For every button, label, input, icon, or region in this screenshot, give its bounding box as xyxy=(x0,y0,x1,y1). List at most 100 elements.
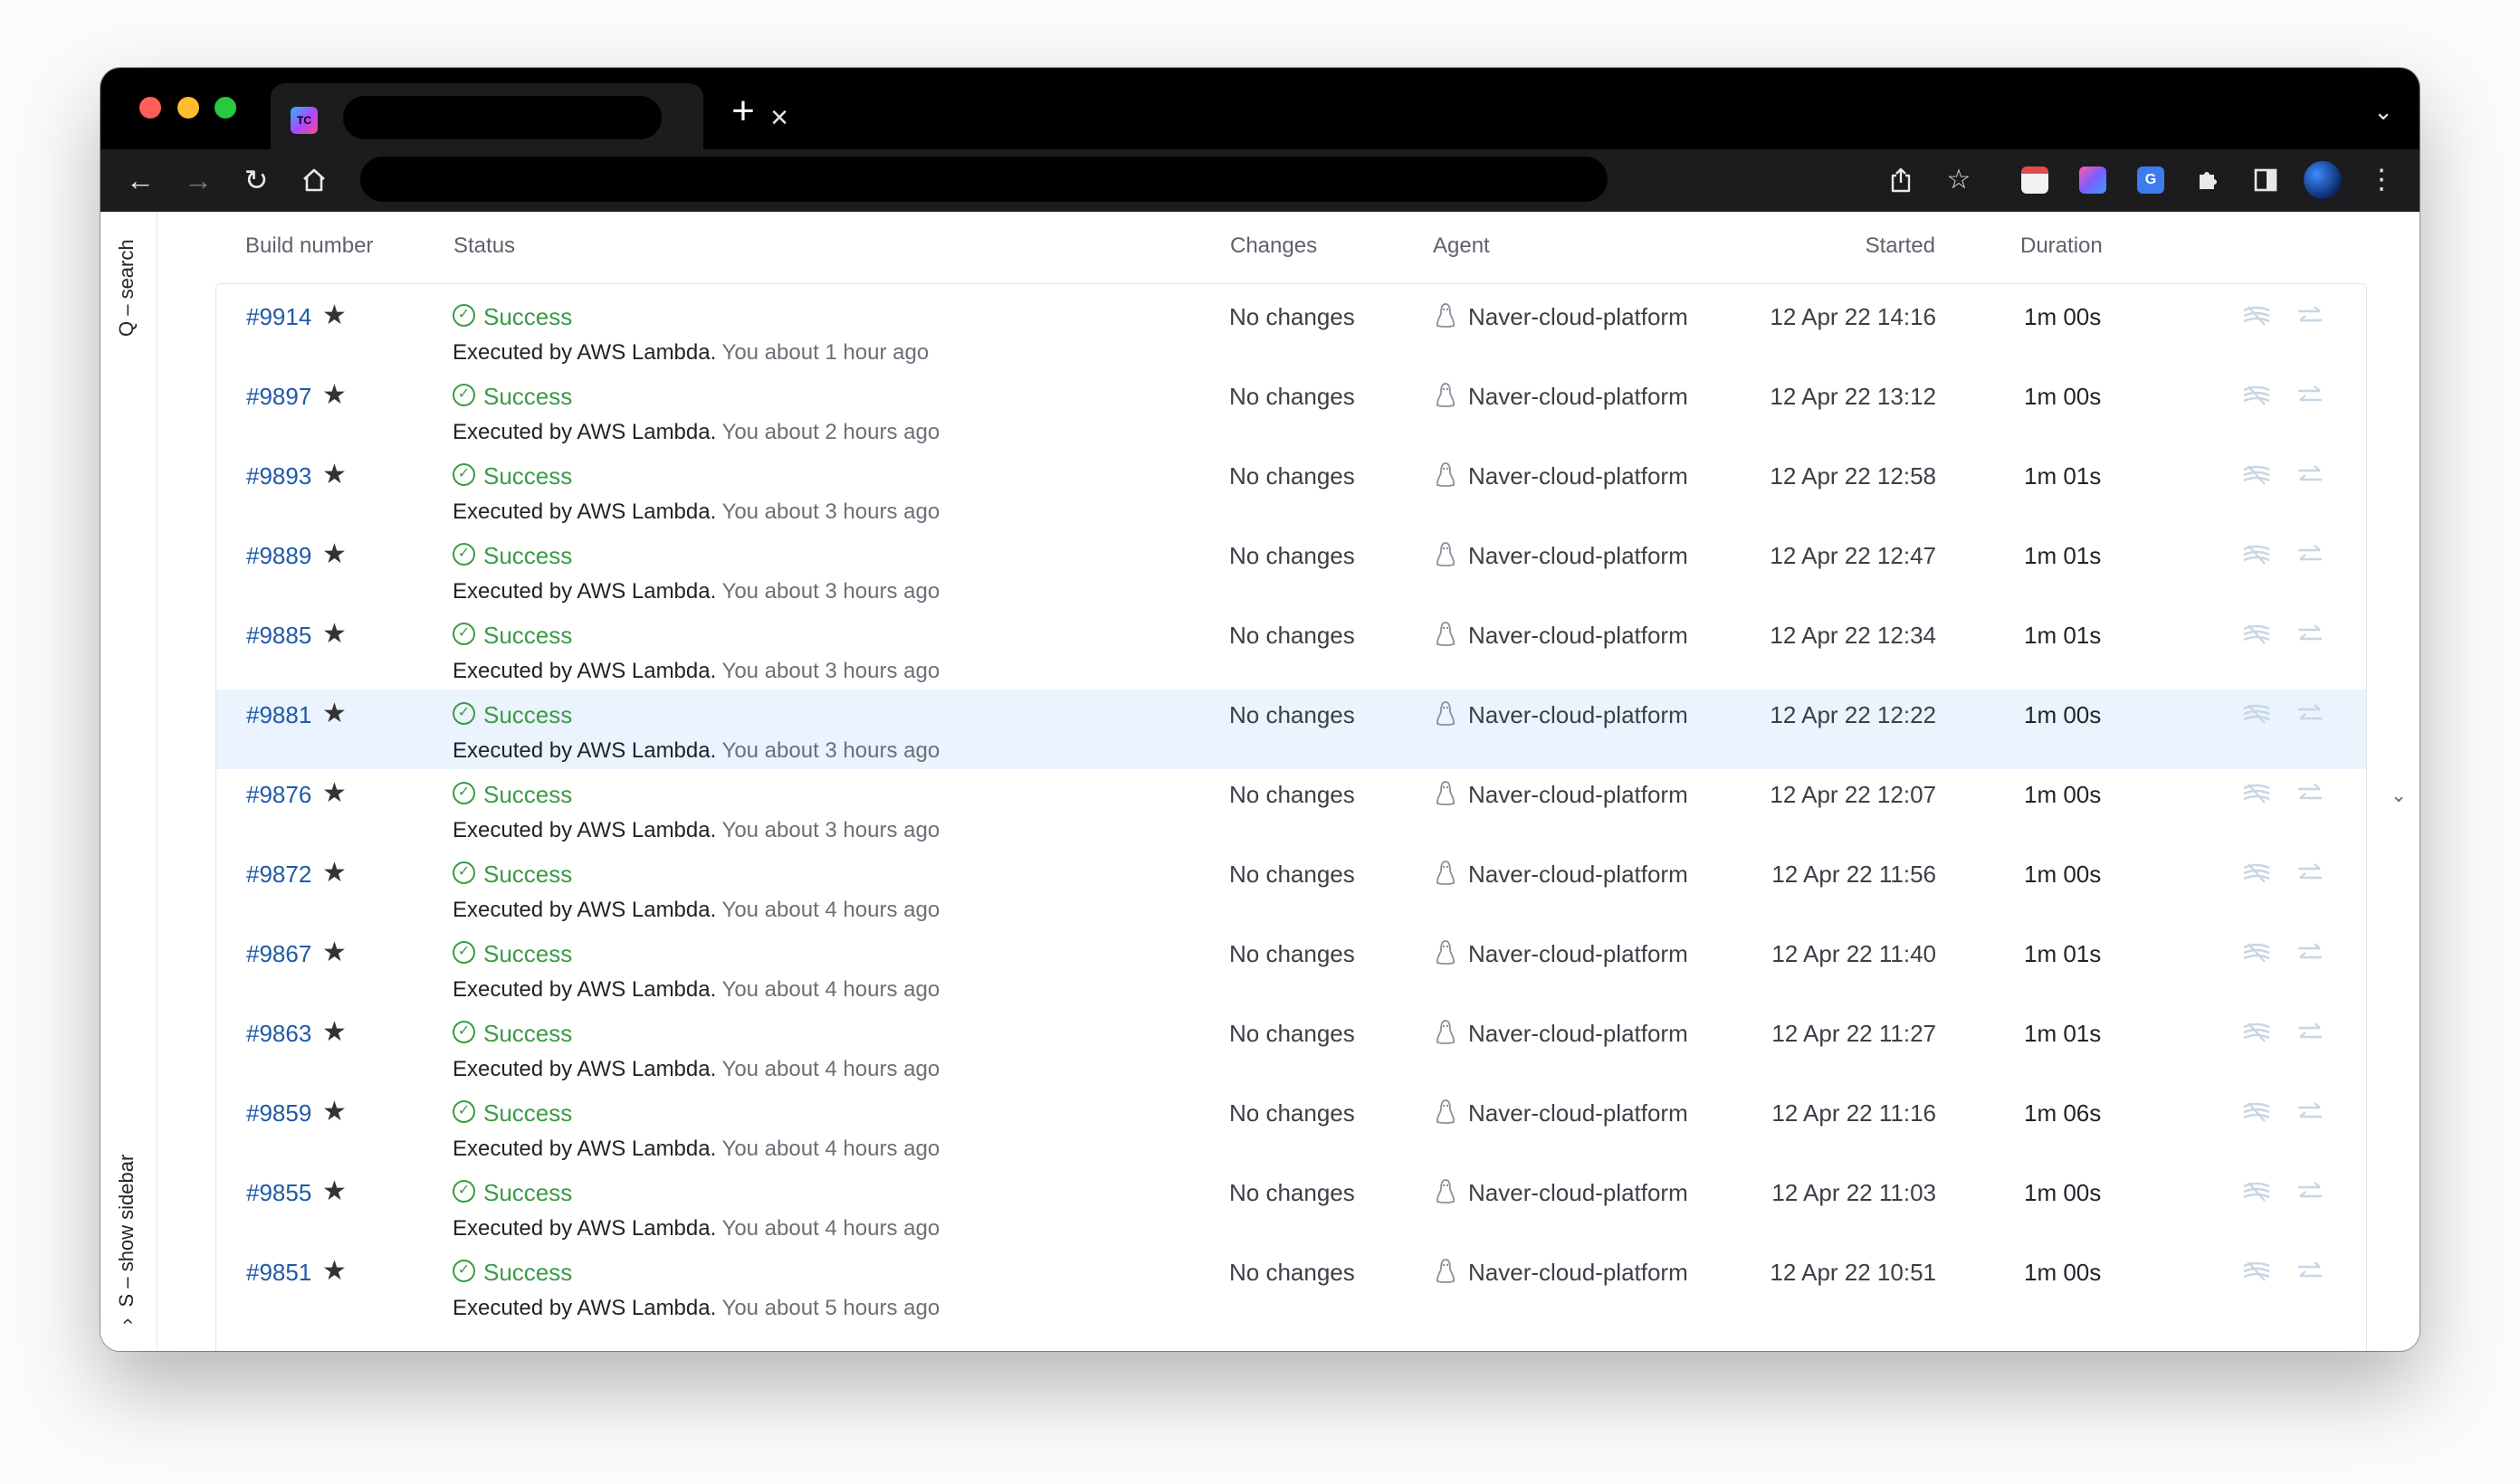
profile-avatar[interactable] xyxy=(2304,161,2342,199)
close-window-button[interactable] xyxy=(139,97,161,119)
side-panel-icon[interactable] xyxy=(2246,160,2286,200)
build-number-link[interactable]: #9885 xyxy=(246,622,311,650)
build-number-link[interactable]: #9859 xyxy=(246,1099,311,1127)
agent-link[interactable]: Naver-cloud-platform xyxy=(1468,1020,1688,1048)
star-icon[interactable]: ★ xyxy=(322,538,347,570)
build-number-link[interactable]: #9897 xyxy=(246,383,311,411)
stack-layers-icon[interactable] xyxy=(2241,382,2272,409)
table-row[interactable]: #9867 ★ ✓ Success Executed by AWS Lambda. Yo… xyxy=(216,928,2366,1008)
agent-link[interactable]: Naver-cloud-platform xyxy=(1468,462,1688,490)
table-row[interactable]: #9863 ★ ✓ Success Executed by AWS Lambda. Yo… xyxy=(216,1008,2366,1088)
build-number-link[interactable]: #9867 xyxy=(246,940,311,968)
star-icon[interactable]: ★ xyxy=(322,1175,347,1207)
table-row[interactable]: #9876 ★ ✓ Success Executed by AWS Lambda. Yo… xyxy=(216,769,2366,849)
build-number-link[interactable]: #9863 xyxy=(246,1020,311,1048)
back-arrow-icon[interactable]: ← xyxy=(120,160,160,200)
build-number-link[interactable]: #9881 xyxy=(246,701,311,729)
status-link[interactable]: Success xyxy=(483,622,572,650)
stack-layers-icon[interactable] xyxy=(2241,621,2272,648)
agent-link[interactable]: Naver-cloud-platform xyxy=(1468,1179,1688,1207)
agent-link[interactable]: Naver-cloud-platform xyxy=(1468,542,1688,570)
table-row[interactable]: #9893 ★ ✓ Success Executed by AWS Lambda. Yo… xyxy=(216,451,2366,530)
stack-layers-icon[interactable] xyxy=(2241,1258,2272,1285)
zoom-window-button[interactable] xyxy=(215,97,236,119)
stack-layers-icon[interactable] xyxy=(2241,541,2272,568)
browser-menu-icon[interactable]: ⋮ xyxy=(2362,160,2401,200)
header-changes[interactable]: Changes xyxy=(1230,233,1317,259)
stack-layers-icon[interactable] xyxy=(2241,860,2272,887)
header-duration[interactable]: Duration xyxy=(2020,233,2103,259)
star-icon[interactable]: ★ xyxy=(322,618,347,650)
bookmark-star-icon[interactable]: ☆ xyxy=(1939,160,1979,200)
star-icon[interactable]: ★ xyxy=(322,1096,347,1127)
stack-layers-icon[interactable] xyxy=(2241,302,2272,329)
show-sidebar-hint[interactable]: › S – show sidebar xyxy=(115,1108,142,1325)
browser-tab[interactable]: TC × xyxy=(271,83,788,150)
build-number-link[interactable]: #9889 xyxy=(246,542,311,570)
minimize-window-button[interactable] xyxy=(177,97,199,119)
compare-arrows-icon[interactable] xyxy=(2295,302,2325,329)
stack-layers-icon[interactable] xyxy=(2241,1178,2272,1205)
header-started[interactable]: Started xyxy=(1664,233,1935,259)
calendar-extension-icon[interactable] xyxy=(2021,166,2048,194)
table-row[interactable]: #9881 ★ ✓ Success Executed by AWS Lambda. Yo… xyxy=(216,690,2366,769)
agent-link[interactable]: Naver-cloud-platform xyxy=(1468,701,1688,729)
build-number-link[interactable]: #9914 xyxy=(246,303,311,331)
table-row[interactable]: #9872 ★ ✓ Success Executed by AWS Lambda. Yo… xyxy=(216,849,2366,928)
status-link[interactable]: Success xyxy=(483,861,572,889)
forward-arrow-icon[interactable]: → xyxy=(178,160,218,200)
close-tab-icon[interactable]: × xyxy=(761,100,797,136)
star-icon[interactable]: ★ xyxy=(322,857,347,889)
compare-arrows-icon[interactable] xyxy=(2295,1178,2325,1205)
table-row[interactable]: #9851 ★ ✓ Success Executed by AWS Lambda. Yo… xyxy=(216,1247,2366,1327)
status-link[interactable]: Success xyxy=(483,781,572,809)
status-link[interactable]: Success xyxy=(483,940,572,968)
status-link[interactable]: Success xyxy=(483,303,572,331)
stack-layers-icon[interactable] xyxy=(2241,461,2272,489)
status-link[interactable]: Success xyxy=(483,1259,572,1287)
header-agent[interactable]: Agent xyxy=(1433,233,1490,259)
stack-layers-icon[interactable] xyxy=(2241,1019,2272,1046)
search-shortcut-hint[interactable]: Q – search xyxy=(115,239,142,393)
star-icon[interactable]: ★ xyxy=(322,1016,347,1048)
table-row[interactable]: #9914 ★ ✓ Success Executed by AWS Lambda. Yo… xyxy=(216,291,2366,371)
star-icon[interactable]: ★ xyxy=(322,937,347,968)
share-icon[interactable] xyxy=(1881,160,1921,200)
star-icon[interactable]: ★ xyxy=(322,777,347,809)
table-row[interactable]: #9889 ★ ✓ Success Executed by AWS Lambda. Yo… xyxy=(216,530,2366,610)
stack-layers-icon[interactable] xyxy=(2241,700,2272,728)
agent-link[interactable]: Naver-cloud-platform xyxy=(1468,1259,1688,1287)
reload-icon[interactable]: ↻ xyxy=(236,160,276,200)
address-bar[interactable] xyxy=(360,157,1608,202)
build-number-link[interactable]: #9855 xyxy=(246,1179,311,1207)
build-number-link[interactable]: #9872 xyxy=(246,861,311,889)
compare-arrows-icon[interactable] xyxy=(2295,621,2325,648)
table-row[interactable]: #9885 ★ ✓ Success Executed by AWS Lambda. Yo… xyxy=(216,610,2366,690)
table-row[interactable]: #9897 ★ ✓ Success Executed by AWS Lambda. Yo… xyxy=(216,371,2366,451)
compare-arrows-icon[interactable] xyxy=(2295,1019,2325,1046)
color-extension-icon[interactable] xyxy=(2079,166,2106,194)
build-number-link[interactable]: #9893 xyxy=(246,462,311,490)
agent-link[interactable]: Naver-cloud-platform xyxy=(1468,861,1688,889)
home-icon[interactable] xyxy=(294,160,334,200)
compare-arrows-icon[interactable] xyxy=(2295,382,2325,409)
tab-search-chevron-icon[interactable]: ⌄ xyxy=(2367,95,2400,128)
compare-arrows-icon[interactable] xyxy=(2295,461,2325,489)
stack-layers-icon[interactable] xyxy=(2241,939,2272,966)
star-icon[interactable]: ★ xyxy=(322,300,347,331)
compare-arrows-icon[interactable] xyxy=(2295,860,2325,887)
status-link[interactable]: Success xyxy=(483,462,572,490)
compare-arrows-icon[interactable] xyxy=(2295,1258,2325,1285)
stack-layers-icon[interactable] xyxy=(2241,780,2272,807)
header-build-number[interactable]: Build number xyxy=(245,233,373,259)
agent-link[interactable]: Naver-cloud-platform xyxy=(1468,303,1688,331)
header-status[interactable]: Status xyxy=(453,233,515,259)
compare-arrows-icon[interactable] xyxy=(2295,780,2325,807)
star-icon[interactable]: ★ xyxy=(322,459,347,490)
star-icon[interactable]: ★ xyxy=(322,379,347,411)
status-link[interactable]: Success xyxy=(483,1020,572,1048)
status-link[interactable]: Success xyxy=(483,701,572,729)
build-number-link[interactable]: #9876 xyxy=(246,781,311,809)
status-link[interactable]: Success xyxy=(483,1099,572,1127)
agent-link[interactable]: Naver-cloud-platform xyxy=(1468,781,1688,809)
